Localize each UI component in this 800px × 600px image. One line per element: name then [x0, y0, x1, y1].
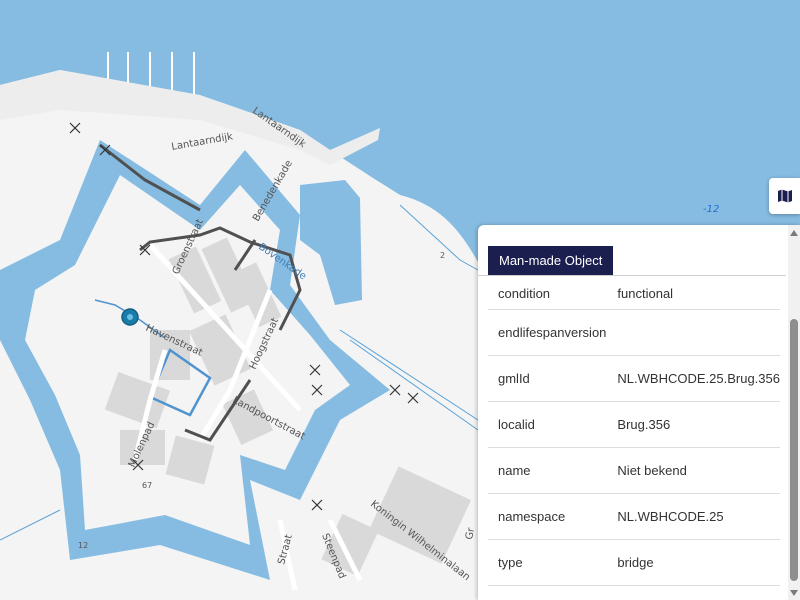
- map-layers-button[interactable]: [769, 178, 800, 214]
- feature-info-panel: Man-made Object condition functional end…: [478, 225, 800, 600]
- table-row: name Niet bekend: [488, 447, 780, 494]
- small-label: 12: [78, 541, 88, 550]
- table-row: condition functional: [488, 263, 780, 310]
- depth-label: -12: [703, 204, 719, 215]
- scroll-down-arrow-icon[interactable]: [790, 590, 798, 596]
- attr-value: functional: [607, 263, 780, 310]
- attr-value: Brug.356: [607, 401, 780, 448]
- scroll-up-arrow-icon[interactable]: [790, 230, 798, 236]
- attr-key: endlifespanversion: [488, 309, 608, 356]
- attr-value: bridge: [607, 539, 780, 586]
- panel-scrollbar[interactable]: [788, 225, 800, 600]
- attr-key: gmlId: [488, 355, 608, 402]
- location-marker-icon[interactable]: [121, 308, 139, 326]
- table-row: localid Brug.356: [488, 401, 780, 448]
- table-row: type bridge: [488, 539, 780, 586]
- attr-value: Niet bekend: [607, 447, 780, 494]
- table-row: endlifespanversion: [488, 309, 780, 356]
- attr-value: [607, 309, 780, 356]
- scroll-thumb[interactable]: [790, 319, 798, 581]
- small-label: 2: [440, 251, 445, 260]
- attr-key: type: [488, 539, 608, 586]
- attr-key: localid: [488, 401, 608, 448]
- map-layers-icon: [777, 189, 792, 203]
- attr-value: NL.WBHCODE.25.Brug.356: [607, 355, 780, 402]
- table-row: gmlId NL.WBHCODE.25.Brug.356: [488, 355, 780, 402]
- attribute-table: condition functional endlifespanversion …: [488, 263, 780, 586]
- attr-key: namespace: [488, 493, 608, 540]
- attr-key: name: [488, 447, 608, 494]
- attr-value: NL.WBHCODE.25: [607, 493, 780, 540]
- table-row: namespace NL.WBHCODE.25: [488, 493, 780, 540]
- small-label: 67: [142, 481, 152, 490]
- attr-key: condition: [488, 263, 608, 310]
